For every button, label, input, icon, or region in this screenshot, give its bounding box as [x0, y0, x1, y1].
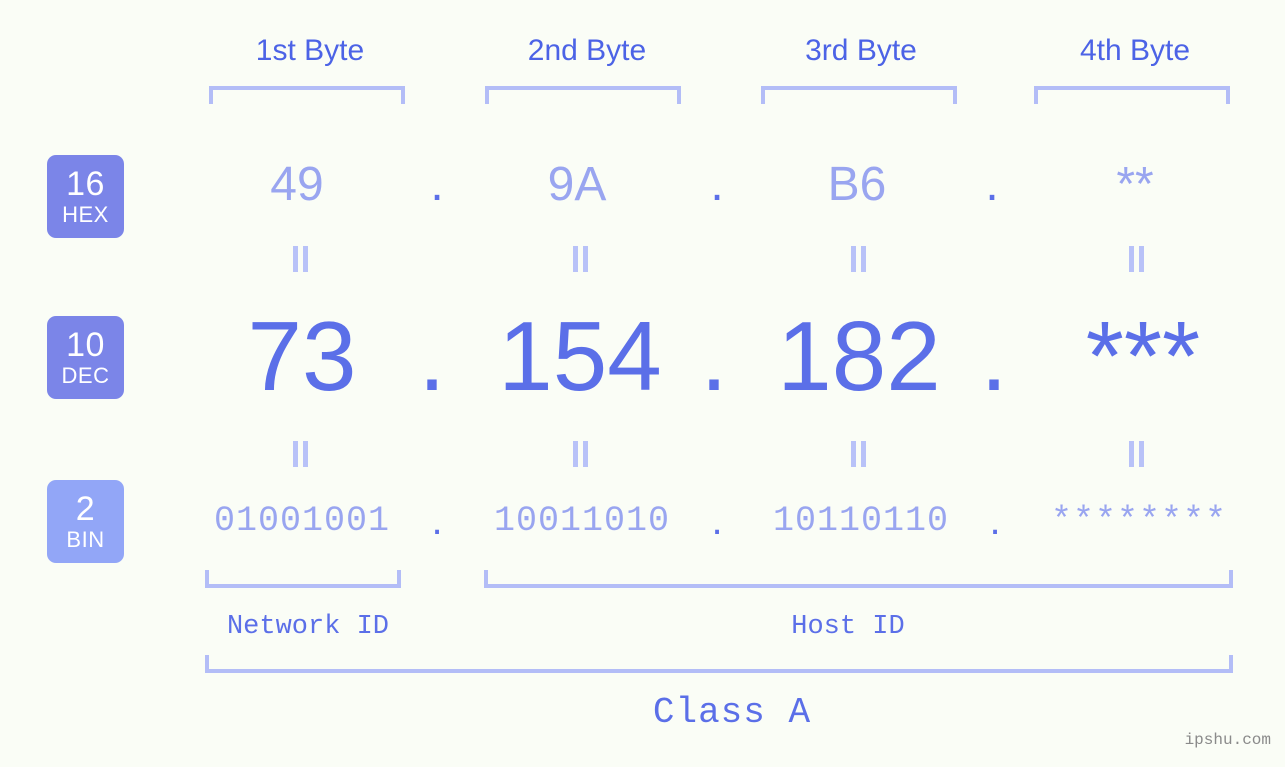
network-id-bracket: [205, 570, 401, 588]
ip-address-breakdown-diagram: 1st Byte 2nd Byte 3rd Byte 4th Byte 16 H…: [0, 0, 1285, 767]
dec-byte-value-3: 182: [777, 301, 941, 411]
dec-byte-value-2: 154: [498, 301, 662, 411]
dec-byte-value-1: 73: [247, 301, 357, 411]
bin-byte-value-3: 10110110: [772, 501, 950, 541]
host-id-label: Host ID: [791, 612, 905, 642]
byte-bracket-2: [485, 86, 681, 104]
host-id-bracket: [484, 570, 1233, 588]
hex-byte-value-3: B6: [827, 158, 887, 211]
byte-header-label-3: 3rd Byte: [805, 34, 917, 67]
byte-header-label-2: 2nd Byte: [527, 34, 647, 67]
hex-byte-value-2: 9A: [547, 158, 607, 211]
bin-byte-value-2: 10011010: [493, 501, 671, 541]
base-badge-hex-number: 16: [66, 164, 105, 203]
base-badge-bin: 2 BIN: [47, 480, 124, 563]
class-label: Class A: [652, 692, 812, 733]
dec-byte-value-4: ***: [1085, 301, 1201, 411]
watermark: ipshu.com: [1184, 731, 1271, 749]
byte-header-label-1: 1st Byte: [255, 34, 365, 67]
base-badge-dec: 10 DEC: [47, 316, 124, 399]
byte-bracket-4: [1034, 86, 1230, 104]
byte-bracket-1: [209, 86, 405, 104]
base-badge-dec-name: DEC: [61, 362, 110, 388]
equality-connector-top-4: [1125, 246, 1147, 272]
class-bracket: [205, 655, 1233, 673]
bin-byte-value-4: ********: [1050, 501, 1228, 541]
hex-byte-value-1: 49: [270, 158, 324, 211]
byte-header-label-4: 4th Byte: [1079, 34, 1191, 67]
equality-connector-bottom-3: [847, 441, 869, 467]
byte-bracket-3: [761, 86, 957, 104]
equality-connector-bottom-4: [1125, 441, 1147, 467]
equality-connector-bottom-2: [569, 441, 591, 467]
base-badge-dec-number: 10: [66, 325, 105, 364]
equality-connector-bottom-1: [289, 441, 311, 467]
hex-byte-value-4: **: [1116, 158, 1154, 211]
network-id-label: Network ID: [226, 612, 390, 642]
equality-connector-top-2: [569, 246, 591, 272]
base-badge-hex-name: HEX: [62, 201, 109, 227]
base-badge-hex: 16 HEX: [47, 155, 124, 238]
base-badge-bin-number: 2: [75, 489, 96, 528]
equality-connector-top-3: [847, 246, 869, 272]
bin-byte-value-1: 01001001: [213, 501, 391, 541]
equality-connector-top-1: [289, 246, 311, 272]
base-badge-bin-name: BIN: [66, 526, 105, 552]
